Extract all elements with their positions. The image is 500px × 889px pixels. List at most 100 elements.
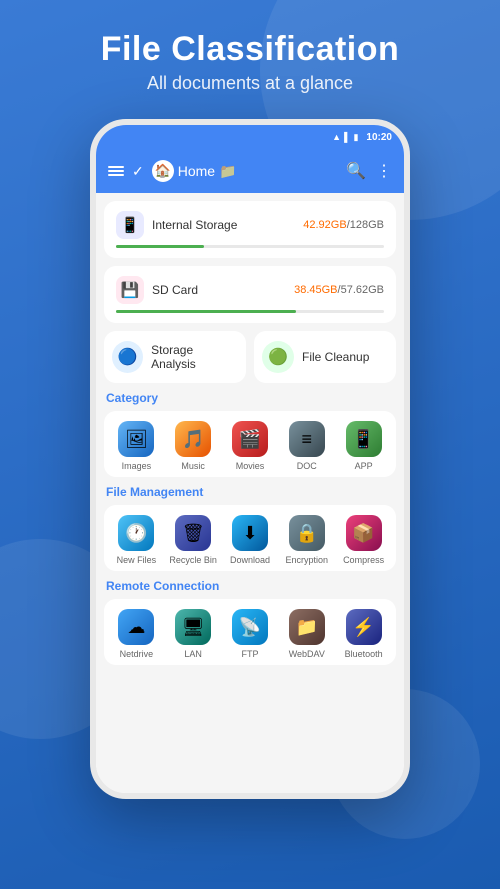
movies-icon: 🎬 xyxy=(232,421,268,457)
doc-label: DOC xyxy=(297,461,317,471)
webdav-label: WebDAV xyxy=(289,649,325,659)
compress-icon: 📦 xyxy=(346,515,382,551)
storage-analysis-button[interactable]: 🔵 Storage Analysis xyxy=(104,331,246,383)
file-cleanup-icon: 🟢 xyxy=(262,341,294,373)
sd-card-card[interactable]: 💾 SD Card 38.45GB/57.62GB xyxy=(104,266,396,323)
encryption-label: Encryption xyxy=(286,555,329,565)
new-files-button[interactable]: 🕐 New Files xyxy=(111,515,161,565)
bluetooth-button[interactable]: ⚡ Bluetooth xyxy=(339,609,389,659)
sd-card-icon: 💾 xyxy=(116,276,144,304)
folder-icon: 📁 xyxy=(219,163,236,180)
internal-storage-name: Internal Storage xyxy=(152,218,303,232)
file-management-section: File Management 🕐 New Files 🗑 Recycle Bi… xyxy=(104,485,396,571)
internal-storage-size: 42.92GB/128GB xyxy=(303,219,384,231)
category-app[interactable]: 📱 APP xyxy=(339,421,389,471)
images-label: Images xyxy=(122,461,152,471)
utility-row: 🔵 Storage Analysis 🟢 File Cleanup xyxy=(104,331,396,383)
internal-storage-card[interactable]: 📱 Internal Storage 42.92GB/128GB xyxy=(104,201,396,258)
category-title: Category xyxy=(104,391,396,405)
remote-connection-section: Remote Connection ☁ Netdrive 🖥 LAN 📡 FTP xyxy=(104,579,396,665)
recycle-bin-icon: 🗑 xyxy=(175,515,211,551)
lan-label: LAN xyxy=(184,649,202,659)
check-icon[interactable]: ✓ xyxy=(132,163,144,180)
music-icon: 🎵 xyxy=(175,421,211,457)
category-music[interactable]: 🎵 Music xyxy=(168,421,218,471)
internal-storage-fill xyxy=(116,245,204,248)
menu-line-2 xyxy=(108,170,124,172)
home-icon-wrap: 🏠 xyxy=(152,160,174,182)
webdav-button[interactable]: 📁 WebDAV xyxy=(282,609,332,659)
download-icon: ⬇ xyxy=(232,515,268,551)
ftp-icon: 📡 xyxy=(232,609,268,645)
phone-container: ▲ ▌ ▮ 10:20 ✓ 🏠 Home 📁 🔍 xyxy=(0,119,500,799)
remote-connection-grid: ☁ Netdrive 🖥 LAN 📡 FTP 📁 WebDAV xyxy=(104,599,396,665)
lan-icon: 🖥 xyxy=(175,609,211,645)
encryption-button[interactable]: 🔒 Encryption xyxy=(282,515,332,565)
recycle-bin-button[interactable]: 🗑 Recycle Bin xyxy=(168,515,218,565)
webdav-icon: 📁 xyxy=(289,609,325,645)
compress-button[interactable]: 📦 Compress xyxy=(339,515,389,565)
sd-card-name: SD Card xyxy=(152,283,294,297)
app-icon: 📱 xyxy=(346,421,382,457)
compress-label: Compress xyxy=(343,555,384,565)
sd-card-size: 38.45GB/57.62GB xyxy=(294,284,384,296)
doc-icon: ≡ xyxy=(289,421,325,457)
search-button[interactable]: 🔍 xyxy=(346,161,366,181)
category-images[interactable]: 🖼 Images xyxy=(111,421,161,471)
download-label: Download xyxy=(230,555,270,565)
storage-analysis-label: Storage Analysis xyxy=(151,343,238,371)
more-button[interactable]: ⋮ xyxy=(376,161,392,181)
status-bar: ▲ ▌ ▮ 10:20 xyxy=(96,125,404,149)
category-doc[interactable]: ≡ DOC xyxy=(282,421,332,471)
app-bar-actions: 🔍 ⋮ xyxy=(346,161,392,181)
storage-analysis-icon: 🔵 xyxy=(112,341,143,373)
file-management-title: File Management xyxy=(104,485,396,499)
app-label: APP xyxy=(355,461,373,471)
download-button[interactable]: ⬇ Download xyxy=(225,515,275,565)
music-label: Music xyxy=(181,461,205,471)
netdrive-label: Netdrive xyxy=(120,649,154,659)
menu-button[interactable] xyxy=(108,166,124,176)
app-bar-title: 🏠 Home 📁 xyxy=(152,160,338,182)
internal-used: 42.92GB xyxy=(303,219,346,231)
category-movies[interactable]: 🎬 Movies xyxy=(225,421,275,471)
page-title: File Classification xyxy=(20,30,480,69)
netdrive-button[interactable]: ☁ Netdrive xyxy=(111,609,161,659)
ftp-button[interactable]: 📡 FTP xyxy=(225,609,275,659)
file-cleanup-label: File Cleanup xyxy=(302,350,369,364)
lan-button[interactable]: 🖥 LAN xyxy=(168,609,218,659)
app-bar: ✓ 🏠 Home 📁 🔍 ⋮ xyxy=(96,149,404,193)
images-icon: 🖼 xyxy=(118,421,154,457)
movies-label: Movies xyxy=(236,461,265,471)
encryption-icon: 🔒 xyxy=(289,515,325,551)
recycle-bin-label: Recycle Bin xyxy=(169,555,217,565)
new-files-label: New Files xyxy=(117,555,157,565)
page-header: File Classification All documents at a g… xyxy=(0,0,500,109)
sd-storage-bar xyxy=(116,310,384,313)
category-grid: 🖼 Images 🎵 Music 🎬 Movies ≡ DOC xyxy=(104,411,396,477)
new-files-icon: 🕐 xyxy=(118,515,154,551)
sd-used: 38.45GB xyxy=(294,284,337,296)
ftp-label: FTP xyxy=(241,649,258,659)
status-icons: ▲ ▌ ▮ xyxy=(332,132,358,143)
home-icon: 🏠 xyxy=(155,163,171,179)
remote-connection-title: Remote Connection xyxy=(104,579,396,593)
internal-storage-bar xyxy=(116,245,384,248)
sd-storage-fill xyxy=(116,310,296,313)
wifi-icon: ▲ xyxy=(332,132,341,142)
file-management-grid: 🕐 New Files 🗑 Recycle Bin ⬇ Download 🔒 E… xyxy=(104,505,396,571)
signal-icon: ▌ xyxy=(344,132,350,142)
category-section: Category 🖼 Images 🎵 Music 🎬 Movies xyxy=(104,391,396,477)
menu-line-1 xyxy=(108,166,124,168)
bluetooth-label: Bluetooth xyxy=(345,649,383,659)
bluetooth-icon: ⚡ xyxy=(346,609,382,645)
internal-storage-icon: 📱 xyxy=(116,211,144,239)
netdrive-icon: ☁ xyxy=(118,609,154,645)
content-area: 📱 Internal Storage 42.92GB/128GB 💾 SD Ca… xyxy=(96,193,404,793)
file-cleanup-button[interactable]: 🟢 File Cleanup xyxy=(254,331,396,383)
sd-total: 57.62GB xyxy=(341,284,384,296)
home-label: Home xyxy=(178,163,215,179)
phone-mockup: ▲ ▌ ▮ 10:20 ✓ 🏠 Home 📁 🔍 xyxy=(90,119,410,799)
internal-total: 128GB xyxy=(350,219,384,231)
page-subtitle: All documents at a glance xyxy=(20,73,480,94)
